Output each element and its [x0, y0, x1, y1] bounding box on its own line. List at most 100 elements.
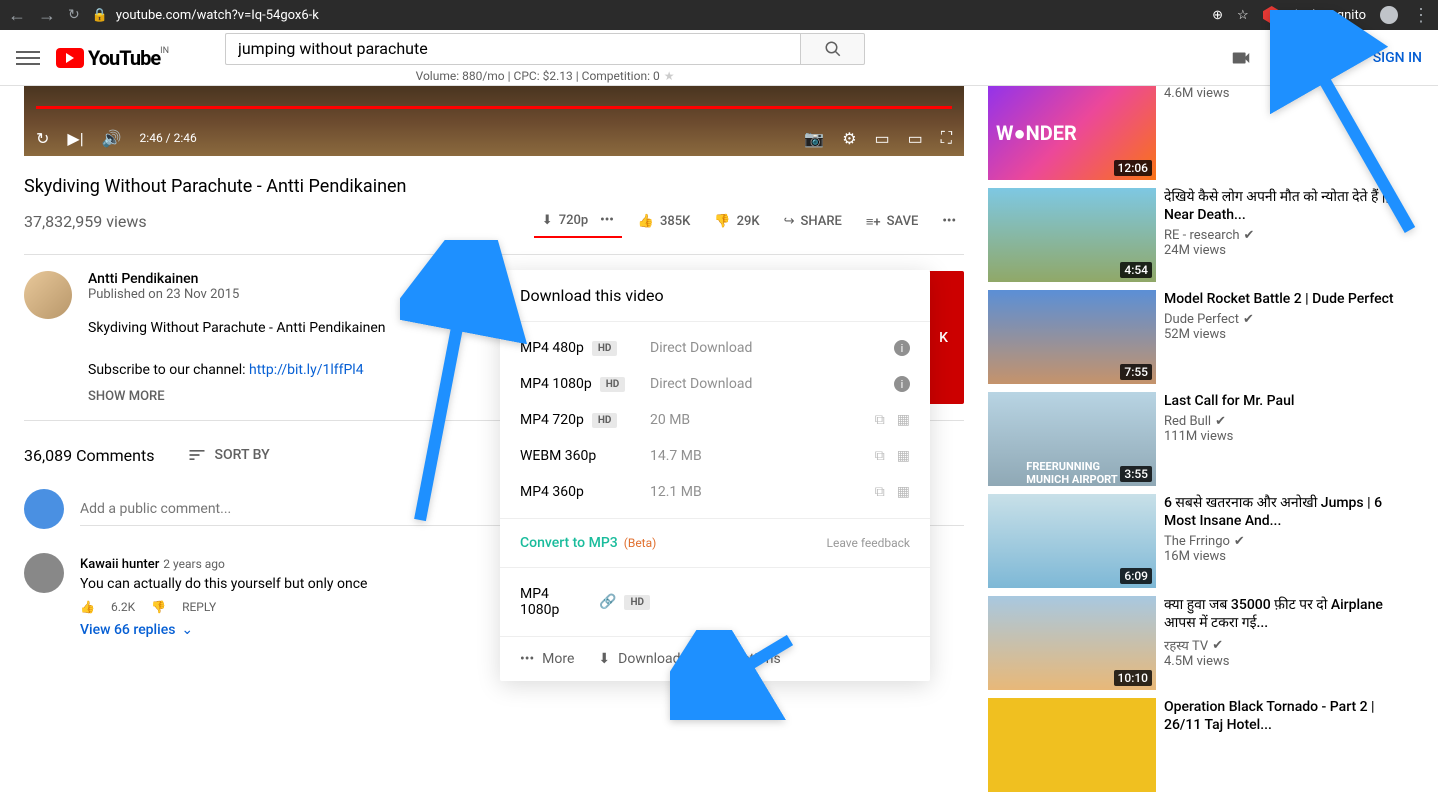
qr-icon[interactable]: ▦: [897, 412, 910, 428]
qr-icon[interactable]: ▦: [897, 448, 910, 464]
beta-badge: (Beta): [624, 536, 657, 550]
download-icon: ⬇: [542, 213, 553, 228]
next-icon[interactable]: ▶|: [67, 129, 83, 148]
sort-icon: [187, 445, 207, 465]
download-popup: Download this video MP4 480pHD Direct Do…: [500, 270, 930, 681]
hd-badge: HD: [592, 413, 618, 428]
settings-icon[interactable]: ⚙: [842, 129, 856, 148]
download-icon: ⬇: [598, 651, 610, 667]
thumbs-down-icon[interactable]: 👎: [151, 600, 166, 614]
download-row[interactable]: MP4 1080p 🔗 HD: [500, 576, 930, 628]
recommendation-item[interactable]: FREERUNNINGMUNICH AIRPORT3:55 Last Call …: [988, 392, 1414, 486]
theater-icon[interactable]: ▭: [908, 129, 923, 148]
chevron-down-icon: ⌄: [181, 622, 193, 638]
rec-title: 6 सबसे खतरनाक और अनोखी Jumps | 6 Most In…: [1164, 494, 1414, 530]
dots-icon: •••: [520, 651, 534, 667]
duration-badge: 12:06: [1114, 160, 1152, 176]
replay-icon[interactable]: ↻: [36, 129, 49, 148]
verified-icon: ✔: [1244, 228, 1255, 243]
thumbs-down-icon: 👎: [714, 214, 730, 229]
hd-badge: HD: [600, 377, 626, 392]
copy-icon[interactable]: ⧉: [875, 412, 885, 428]
video-thumbnail: 4:54: [988, 188, 1156, 282]
commenter-avatar[interactable]: [24, 553, 64, 593]
menu-button[interactable]: [16, 46, 40, 70]
comment-likes: 6.2K: [111, 600, 135, 614]
forward-button[interactable]: →: [38, 5, 56, 26]
video-player[interactable]: ↻ ▶| 🔊 2:46 / 2:46 📷 ⚙ ▭ ▭ ⛶: [24, 86, 964, 156]
duration-badge: 6:09: [1120, 568, 1152, 584]
sort-button[interactable]: SORT BY: [187, 445, 270, 465]
video-thumbnail: [988, 698, 1156, 792]
reload-button[interactable]: ↻: [68, 7, 80, 23]
more-actions[interactable]: •••: [934, 206, 964, 237]
rec-channel: Red Bull ✔: [1164, 414, 1414, 429]
rec-views: 111M views: [1164, 429, 1414, 444]
zoom-icon[interactable]: ⊕: [1212, 8, 1223, 23]
channel-avatar[interactable]: [24, 271, 72, 319]
recommendation-item[interactable]: 6:09 6 सबसे खतरनाक और अनोखी Jumps | 6 Mo…: [988, 494, 1414, 588]
search-button[interactable]: [800, 33, 865, 65]
camera-icon[interactable]: 📷: [804, 129, 824, 148]
info-icon[interactable]: i: [894, 376, 910, 392]
create-video-icon[interactable]: [1229, 46, 1253, 70]
lock-icon: 🔒: [92, 8, 108, 23]
copy-icon[interactable]: ⧉: [875, 484, 885, 500]
copy-icon[interactable]: ⧉: [875, 448, 885, 464]
youtube-logo[interactable]: YouTubeIN: [56, 46, 169, 70]
qr-icon[interactable]: ▦: [897, 484, 910, 500]
download-row[interactable]: WEBM 360p 14.7 MB ⧉▦: [500, 438, 930, 474]
dislike-button[interactable]: 👎29K: [706, 206, 767, 237]
volume-icon[interactable]: 🔊: [102, 129, 122, 148]
hd-badge: HD: [592, 341, 618, 356]
progress-bar[interactable]: [36, 106, 952, 109]
verified-icon: ✔: [1212, 638, 1223, 653]
url-text[interactable]: youtube.com/watch?v=Iq-54gox6-k: [116, 8, 319, 23]
annotation-arrow: [400, 240, 540, 544]
annotation-arrow: [670, 630, 800, 724]
back-button[interactable]: ←: [8, 5, 26, 26]
duration-badge: 4:54: [1120, 262, 1152, 278]
rec-channel: Dude Perfect ✔: [1164, 312, 1414, 327]
download-row[interactable]: MP4 360p 12.1 MB ⧉▦: [500, 474, 930, 510]
description-line: Subscribe to our channel:: [88, 362, 249, 378]
reply-button[interactable]: REPLY: [182, 600, 216, 614]
recommendation-item[interactable]: Operation Black Tornado - Part 2 | 26/11…: [988, 698, 1414, 792]
download-row[interactable]: MP4 480pHD Direct Download i: [500, 330, 930, 366]
fullscreen-icon[interactable]: ⛶: [941, 128, 952, 148]
star-icon[interactable]: ☆: [1237, 8, 1249, 23]
rec-views: 4.5M views: [1164, 654, 1414, 669]
search-metadata: Volume: 880/mo | CPC: $2.13 | Competitio…: [225, 69, 865, 83]
download-row[interactable]: MP4 1080pHD Direct Download i: [500, 366, 930, 402]
duration-badge: 3:55: [1120, 466, 1152, 482]
feedback-link[interactable]: Leave feedback: [827, 536, 911, 550]
youtube-play-icon: [56, 48, 84, 68]
recommendation-item[interactable]: 10:10 क्या हुवा जब 35000 फ़ीट पर दो Airp…: [988, 596, 1414, 690]
rec-title: क्या हुवा जब 35000 फ़ीट पर दो Airplane आ…: [1164, 596, 1414, 632]
user-avatar: [24, 489, 64, 529]
video-thumbnail: W●NDER12:06: [988, 86, 1156, 180]
comment-date: 2 years ago: [163, 557, 225, 571]
like-button[interactable]: 👍385K: [630, 206, 699, 237]
duration-badge: 7:55: [1120, 364, 1152, 380]
video-thumbnail: 10:10: [988, 596, 1156, 690]
info-icon[interactable]: i: [894, 340, 910, 356]
thumbs-up-icon: 👍: [638, 214, 654, 229]
recommendation-item[interactable]: 7:55 Model Rocket Battle 2 | Dude Perfec…: [988, 290, 1414, 384]
comment-author[interactable]: Kawaii hunter: [80, 557, 159, 572]
thumbs-up-icon[interactable]: 👍: [80, 600, 95, 614]
more-button[interactable]: •••More: [520, 651, 574, 667]
search-input[interactable]: [225, 33, 800, 65]
video-thumbnail: 6:09: [988, 494, 1156, 588]
rec-channel: रहस्य TV ✔: [1164, 636, 1414, 654]
description-link[interactable]: http://bit.ly/1lffPl4: [249, 362, 364, 378]
duration-badge: 10:10: [1114, 670, 1152, 686]
popup-title: Download this video: [500, 270, 930, 322]
video-thumbnail: FREERUNNINGMUNICH AIRPORT3:55: [988, 392, 1156, 486]
download-row[interactable]: MP4 720pHD 20 MB ⧉▦: [500, 402, 930, 438]
save-icon: ≡+: [866, 214, 881, 230]
share-button[interactable]: ↪SHARE: [776, 206, 850, 237]
download-action[interactable]: ⬇ 720p •••: [534, 205, 622, 238]
miniplayer-icon[interactable]: ▭: [875, 129, 890, 148]
save-button[interactable]: ≡+SAVE: [858, 206, 927, 238]
